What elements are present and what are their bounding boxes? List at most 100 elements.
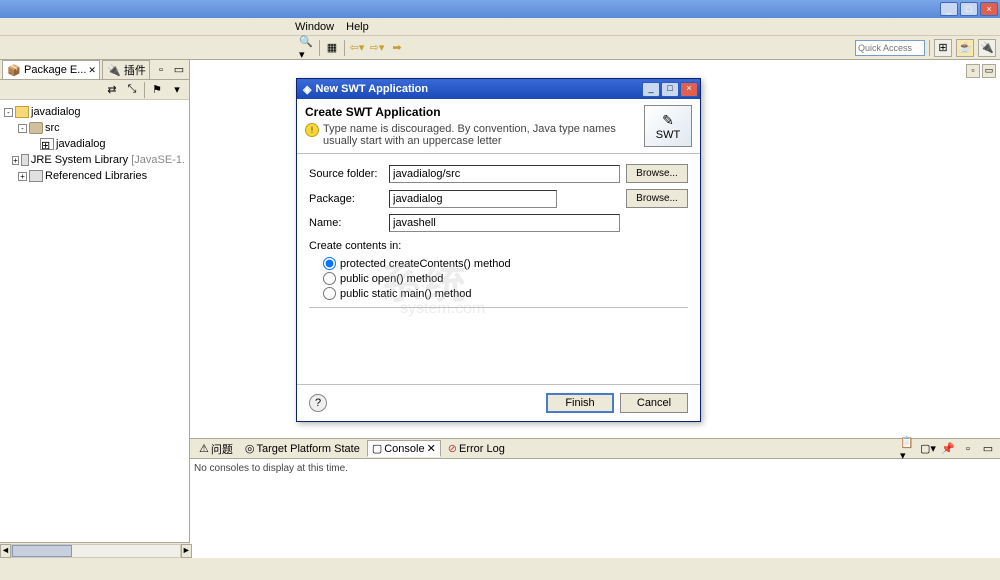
tree-label: JRE System Library [JavaSE-1. [31, 154, 185, 166]
menu-window[interactable]: Window [295, 21, 334, 33]
back-icon[interactable]: ⇦▾ [349, 40, 365, 56]
radio-main[interactable] [323, 287, 336, 300]
console-panel: ⚠问题 ◎Target Platform State ▢Console ✕ ⊘E… [190, 438, 1000, 538]
finish-button[interactable]: Finish [546, 393, 614, 413]
pin-icon[interactable]: 📌 [940, 441, 956, 457]
filter-icon[interactable]: ⚑ [149, 82, 165, 98]
min-view-icon[interactable]: ▫ [960, 441, 976, 457]
scroll-right-icon[interactable]: ► [181, 544, 192, 558]
warning-icon: ! [305, 123, 319, 137]
tree-referenced[interactable]: + Referenced Libraries [4, 168, 185, 184]
dialog-title: New SWT Application [315, 83, 428, 95]
tree-src[interactable]: - src [4, 120, 185, 136]
target-icon: ◎ [245, 442, 255, 455]
separator [309, 307, 688, 308]
tab-error-log[interactable]: ⊘Error Log [443, 440, 510, 457]
tree-label: javadialog [56, 138, 106, 150]
source-folder-input[interactable] [389, 165, 620, 183]
toggle-icon[interactable]: ▦ [324, 40, 340, 56]
scroll-thumb[interactable] [12, 545, 72, 557]
tab-console[interactable]: ▢Console ✕ [367, 440, 441, 457]
minimize-button[interactable]: _ [940, 2, 958, 16]
tab-problems[interactable]: ⚠问题 [194, 439, 238, 459]
perspective-open-icon[interactable]: ⊞ [934, 39, 952, 57]
help-icon[interactable]: ? [309, 394, 327, 412]
forward-icon[interactable]: ⇨▾ [369, 40, 385, 56]
max-view-icon[interactable]: ▭ [980, 441, 996, 457]
name-input[interactable] [389, 214, 620, 232]
minimize-editor-icon[interactable]: ▫ [966, 64, 980, 78]
sidebar: 📦 Package E... ✕ 🔌 插件 ▫ ▭ ⇄ ⤡ ⚑ ▾ - java… [0, 60, 190, 558]
dialog-footer: ? Finish Cancel [297, 384, 700, 421]
problems-icon: ⚠ [199, 442, 209, 455]
sidebar-toolbar: ⇄ ⤡ ⚑ ▾ [0, 80, 189, 100]
expander-icon[interactable]: + [12, 156, 19, 165]
expander-icon[interactable]: - [18, 124, 27, 133]
menu-help[interactable]: Help [346, 21, 369, 33]
source-folder-label: Source folder: [309, 168, 383, 180]
perspective-java-icon[interactable]: ☕ [956, 39, 974, 57]
tree-jre[interactable]: + JRE System Library [JavaSE-1. [4, 152, 185, 168]
view-menu-icon[interactable]: ▫ [153, 62, 169, 78]
package-tree[interactable]: - javadialog - src ⊞ javadialog + JRE Sy… [0, 100, 189, 558]
dialog-close-button[interactable]: × [680, 82, 698, 97]
tab-label: 插件 [124, 62, 146, 78]
horizontal-scrollbar[interactable]: ◄ ► [0, 542, 190, 558]
collapse-icon[interactable]: ⇄ [104, 82, 120, 98]
scroll-left-icon[interactable]: ◄ [0, 544, 11, 558]
nav-icon[interactable]: ➡ [389, 40, 405, 56]
warning-text: Type name is discouraged. By convention,… [323, 123, 644, 147]
swt-logo: ✎ SWT [644, 105, 692, 147]
window-titlebar: _ □ × [0, 0, 1000, 18]
quick-access-input[interactable] [855, 40, 925, 56]
dialog-icon: ◈ [303, 83, 311, 96]
tab-close-icon[interactable]: ✕ [427, 442, 436, 455]
src-folder-icon [29, 122, 43, 134]
tree-package[interactable]: ⊞ javadialog [4, 136, 185, 152]
sidebar-tabs: 📦 Package E... ✕ 🔌 插件 ▫ ▭ [0, 60, 189, 80]
dialog-minimize-button[interactable]: _ [642, 82, 660, 97]
menubar: Window Help [0, 18, 1000, 36]
minimize-view-icon[interactable]: ▭ [171, 62, 187, 78]
radio-protected[interactable] [323, 257, 336, 270]
plugin-icon: 🔌 [106, 62, 122, 78]
package-icon: 📦 [6, 62, 22, 78]
tab-package-explorer[interactable]: 📦 Package E... ✕ [2, 60, 100, 79]
separator [344, 40, 345, 56]
library-icon [21, 154, 29, 166]
radio-main-label: public static main() method [340, 288, 471, 300]
dialog-body: Source folder: Browse... Package: Browse… [297, 154, 700, 384]
open-console-icon[interactable]: 📋▾ [900, 441, 916, 457]
dialog-maximize-button[interactable]: □ [661, 82, 679, 97]
dialog-warning: ! Type name is discouraged. By conventio… [305, 123, 644, 147]
display-icon[interactable]: ▢▾ [920, 441, 936, 457]
menu-dropdown-icon[interactable]: ▾ [169, 82, 185, 98]
cancel-button[interactable]: Cancel [620, 393, 688, 413]
library-icon [29, 170, 43, 182]
browse-package-button[interactable]: Browse... [626, 189, 688, 208]
maximize-editor-icon[interactable]: ▭ [982, 64, 996, 78]
tab-plugins[interactable]: 🔌 插件 [102, 60, 150, 79]
tree-label: javadialog [31, 106, 81, 118]
close-button[interactable]: × [980, 2, 998, 16]
browse-source-button[interactable]: Browse... [626, 164, 688, 183]
console-body: No consoles to display at this time. [190, 459, 1000, 478]
tab-target-platform[interactable]: ◎Target Platform State [240, 440, 365, 457]
scroll-track[interactable] [11, 544, 181, 558]
radio-protected-label: protected createContents() method [340, 258, 511, 270]
tree-label: Referenced Libraries [45, 170, 147, 182]
tree-project[interactable]: - javadialog [4, 104, 185, 120]
package-label: Package: [309, 193, 383, 205]
perspective-plugin-icon[interactable]: 🔌 [978, 39, 996, 57]
dialog-titlebar[interactable]: ◈ New SWT Application _ □ × [297, 79, 700, 99]
expander-icon[interactable]: - [4, 108, 13, 117]
search-icon[interactable]: 🔍▾ [299, 40, 315, 56]
tab-close-icon[interactable]: ✕ [88, 65, 96, 76]
link-icon[interactable]: ⤡ [124, 82, 140, 98]
radio-open[interactable] [323, 272, 336, 285]
maximize-button[interactable]: □ [960, 2, 978, 16]
package-input[interactable] [389, 190, 557, 208]
expander-icon[interactable]: + [18, 172, 27, 181]
console-tabs: ⚠问题 ◎Target Platform State ▢Console ✕ ⊘E… [190, 439, 1000, 459]
separator [319, 40, 320, 56]
